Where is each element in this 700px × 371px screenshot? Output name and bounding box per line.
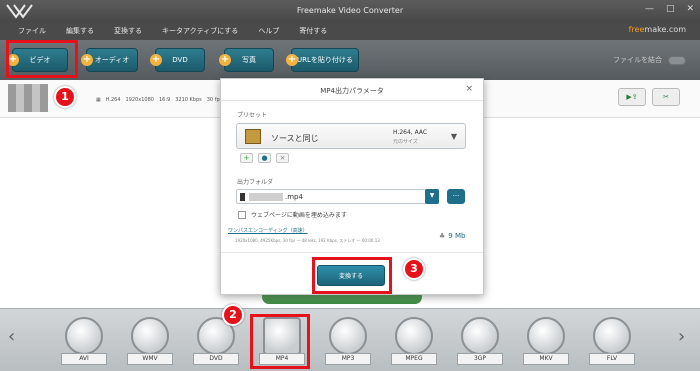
- format-mkv[interactable]: MKV: [523, 317, 569, 367]
- dialog-header: MP4出力パラメータ ×: [221, 79, 483, 101]
- format-mp3[interactable]: MP3: [325, 317, 371, 367]
- weight-icon: ♣: [439, 232, 446, 240]
- format-mpeg[interactable]: MPEG: [391, 317, 437, 367]
- menu-edit[interactable]: 編集する: [66, 26, 94, 36]
- paste-url-button[interactable]: + URLを貼り付ける: [286, 48, 359, 72]
- chevron-down-icon[interactable]: ▼: [451, 132, 457, 141]
- video-thumbnail: [8, 84, 48, 112]
- add-audio-button[interactable]: + オーディオ: [81, 48, 138, 72]
- file-info: ▦ H.264 1920x1080 16:9 3210 Kbps 30 fps: [96, 97, 223, 103]
- window-title: Freemake Video Converter: [296, 6, 404, 15]
- dialog-close-icon[interactable]: ×: [465, 84, 473, 94]
- menu-file[interactable]: ファイル: [18, 26, 46, 36]
- scroll-right-icon[interactable]: ›: [678, 326, 685, 347]
- format-bar: ‹ AVI WMV DVD MP4 MP3 MPEG 3GP MKV FLV ›: [0, 308, 700, 371]
- add-dvd-button[interactable]: + DVD: [150, 48, 205, 72]
- output-folder-label: 出力フォルダ: [237, 179, 274, 186]
- merge-toggle[interactable]: [668, 55, 686, 65]
- add-preset-icon[interactable]: +: [240, 153, 253, 163]
- export-icon[interactable]: ▶⇪: [618, 88, 646, 106]
- delete-preset-icon[interactable]: ×: [276, 153, 289, 163]
- format-3gp[interactable]: 3GP: [457, 317, 503, 367]
- callout-2: 2: [222, 304, 244, 326]
- preset-codec: H.264, AAC: [393, 129, 428, 136]
- minimize-icon[interactable]: —: [645, 4, 654, 14]
- flash-icon: [593, 317, 631, 355]
- matryoshka-icon: [527, 317, 565, 355]
- plus-icon: +: [150, 54, 162, 66]
- brand-link[interactable]: freemake.com: [629, 25, 686, 34]
- media-player-icon: [131, 317, 169, 355]
- output-size: ♣ 9 Mb: [439, 232, 466, 240]
- embed-option[interactable]: ウェブページに動画を埋め込みます: [238, 210, 347, 219]
- close-icon[interactable]: ✕: [686, 4, 694, 14]
- merge-label: ファイルを結合: [613, 56, 662, 64]
- preset-select[interactable]: ソースと同じ H.264, AAC 元のサイズ ▼: [236, 123, 466, 149]
- phone-icon: [461, 317, 499, 355]
- merge-files-control[interactable]: ファイルを結合: [613, 55, 686, 65]
- plus-icon: +: [81, 54, 93, 66]
- plus-icon: +: [219, 54, 231, 66]
- callout-3: 3: [403, 258, 425, 280]
- one-pass-encoding-link[interactable]: ワンパスエンコーディング（高速）: [228, 227, 308, 234]
- browse-button[interactable]: ...: [447, 189, 465, 204]
- headphones-icon: [329, 317, 367, 355]
- embed-checkbox[interactable]: [238, 210, 246, 219]
- link-icon: +: [286, 54, 298, 66]
- menu-convert[interactable]: 変換する: [114, 26, 142, 36]
- blurred-path: [249, 193, 283, 201]
- file-icon: [240, 193, 245, 201]
- format-flv[interactable]: FLV: [589, 317, 635, 367]
- highlight-mp4-format: [250, 314, 310, 369]
- film-icon: [245, 129, 261, 144]
- add-photo-button[interactable]: + 写真: [219, 48, 274, 72]
- play-screen-icon: [395, 317, 433, 355]
- menu-donate[interactable]: 寄付する: [299, 26, 327, 36]
- preset-label: プリセット: [237, 112, 268, 119]
- preset-name: ソースと同じ: [271, 134, 319, 143]
- embed-label: ウェブページに動画を埋め込みます: [251, 212, 347, 219]
- edit-preset-icon[interactable]: ●: [258, 153, 271, 163]
- menu-bar: ファイル 編集する 変換する キータアクティブにする ヘルプ 寄付する free…: [0, 22, 700, 40]
- highlight-video-button: [6, 40, 78, 78]
- maximize-icon[interactable]: □: [666, 4, 675, 14]
- toolbar: + ビデオ + オーディオ + DVD + 写真 + URLを貼り付ける ファイ…: [0, 40, 700, 80]
- menu-help[interactable]: ヘルプ: [258, 26, 279, 36]
- menu-activate[interactable]: キータアクティブにする: [162, 26, 238, 36]
- title-bar: Freemake Video Converter — □ ✕: [0, 0, 700, 22]
- cut-button[interactable]: ✂: [652, 88, 680, 106]
- output-folder-field[interactable]: .mp4 ▼: [236, 189, 439, 204]
- highlight-convert-button: [312, 257, 392, 294]
- format-wmv[interactable]: WMV: [127, 317, 173, 367]
- encoding-params: 1920x1080, 4925Kbps, 30 fps — 48 kHz, 19…: [235, 238, 380, 243]
- dialog-divider: [221, 252, 483, 253]
- format-avi[interactable]: AVI: [61, 317, 107, 367]
- output-extension: .mp4: [285, 193, 303, 201]
- dialog-title: MP4出力パラメータ: [320, 87, 384, 95]
- scroll-left-icon[interactable]: ‹: [8, 326, 15, 347]
- chevron-down-icon[interactable]: ▼: [425, 189, 439, 204]
- preset-size: 元のサイズ: [393, 139, 418, 145]
- film-clapper-icon: [65, 317, 103, 355]
- callout-1: 1: [54, 86, 76, 108]
- film-icon: ▦: [96, 97, 101, 103]
